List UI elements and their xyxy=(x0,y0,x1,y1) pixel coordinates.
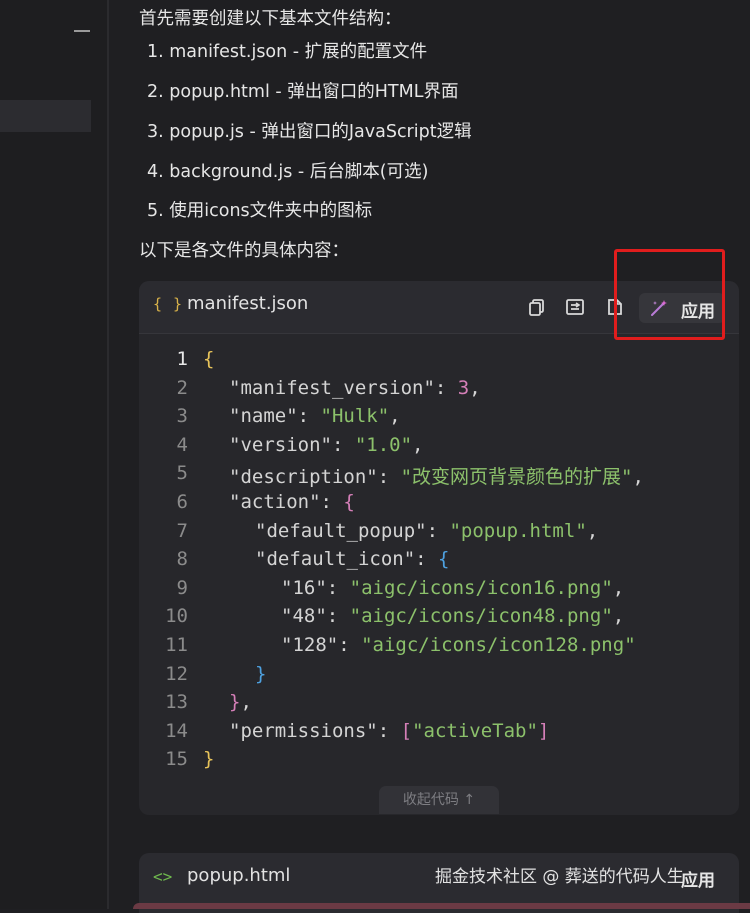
line-number: 10 xyxy=(165,605,188,628)
line-number: 5 xyxy=(176,462,188,485)
insert-icon[interactable] xyxy=(565,297,585,317)
code-text: "name": "Hulk", xyxy=(229,405,401,428)
line-number: 8 xyxy=(176,548,188,571)
braces-icon: { } xyxy=(153,295,184,313)
code-filename-2: popup.html xyxy=(187,865,291,886)
line-number: 7 xyxy=(176,519,188,542)
line-number: 14 xyxy=(165,719,188,742)
line-number: 2 xyxy=(176,376,188,399)
copy-icon[interactable] xyxy=(527,297,547,317)
line-number: 9 xyxy=(176,576,188,599)
code-text: } xyxy=(255,662,267,685)
sidebar-divider xyxy=(107,0,109,909)
bottom-strip xyxy=(133,903,750,909)
sidebar-collapse-icon[interactable] xyxy=(74,30,90,32)
code-text: "version": "1.0", xyxy=(229,433,424,456)
list-item: 1. manifest.json - 扩展的配置文件 xyxy=(147,42,428,62)
code-text: } xyxy=(203,748,215,771)
code-text: { xyxy=(203,348,215,370)
code-text: }, xyxy=(229,691,252,714)
code-text: "default_popup": "popup.html", xyxy=(255,519,599,542)
line-number: 15 xyxy=(165,748,188,771)
code-block: { } manifest.json 应用 1{2 "manifest_versio… xyxy=(139,281,739,815)
line-number: 4 xyxy=(176,433,188,456)
list-item: 4. background.js - 后台脚本(可选) xyxy=(147,162,429,182)
outro-text: 以下是各文件的具体内容： xyxy=(139,241,349,261)
code-text: "16": "aigc/icons/icon16.png", xyxy=(281,576,625,599)
apply-button-2[interactable]: 应用 xyxy=(681,866,715,891)
code-text: "permissions": ["activeTab"] xyxy=(229,719,550,742)
code-text: "48": "aigc/icons/icon48.png", xyxy=(281,605,625,628)
highlight-annotation-box xyxy=(614,249,725,340)
line-number: 13 xyxy=(165,691,188,714)
list-item: 2. popup.html - 弹出窗口的HTML界面 xyxy=(147,82,459,102)
code-text: "description": "改变网页背景颜色的扩展", xyxy=(229,466,644,489)
watermark: 掘金技术社区 @ 葬送的代码人生 xyxy=(435,867,684,887)
code-text: "manifest_version": 3, xyxy=(229,376,481,399)
line-number: 11 xyxy=(165,634,188,656)
collapse-code-button[interactable]: 收起代码 ↑ xyxy=(379,786,499,814)
line-number: 6 xyxy=(176,491,188,513)
list-item: 5. 使用icons文件夹中的图标 xyxy=(147,201,373,221)
code-filename: manifest.json xyxy=(187,293,309,314)
list-item: 3. popup.js - 弹出窗口的JavaScript逻辑 xyxy=(147,122,472,142)
intro-text: 首先需要创建以下基本文件结构： xyxy=(139,9,402,29)
line-number: 3 xyxy=(176,405,188,428)
code-text: "action": { xyxy=(229,491,355,513)
sidebar-selected-item[interactable] xyxy=(0,100,91,132)
line-number: 12 xyxy=(165,662,188,685)
angle-brackets-icon: <> xyxy=(153,867,173,886)
code-text: "default_icon": { xyxy=(255,548,450,571)
code-text: "128": "aigc/icons/icon128.png" xyxy=(281,634,636,656)
left-sidebar xyxy=(0,0,108,909)
line-number: 1 xyxy=(176,348,188,370)
